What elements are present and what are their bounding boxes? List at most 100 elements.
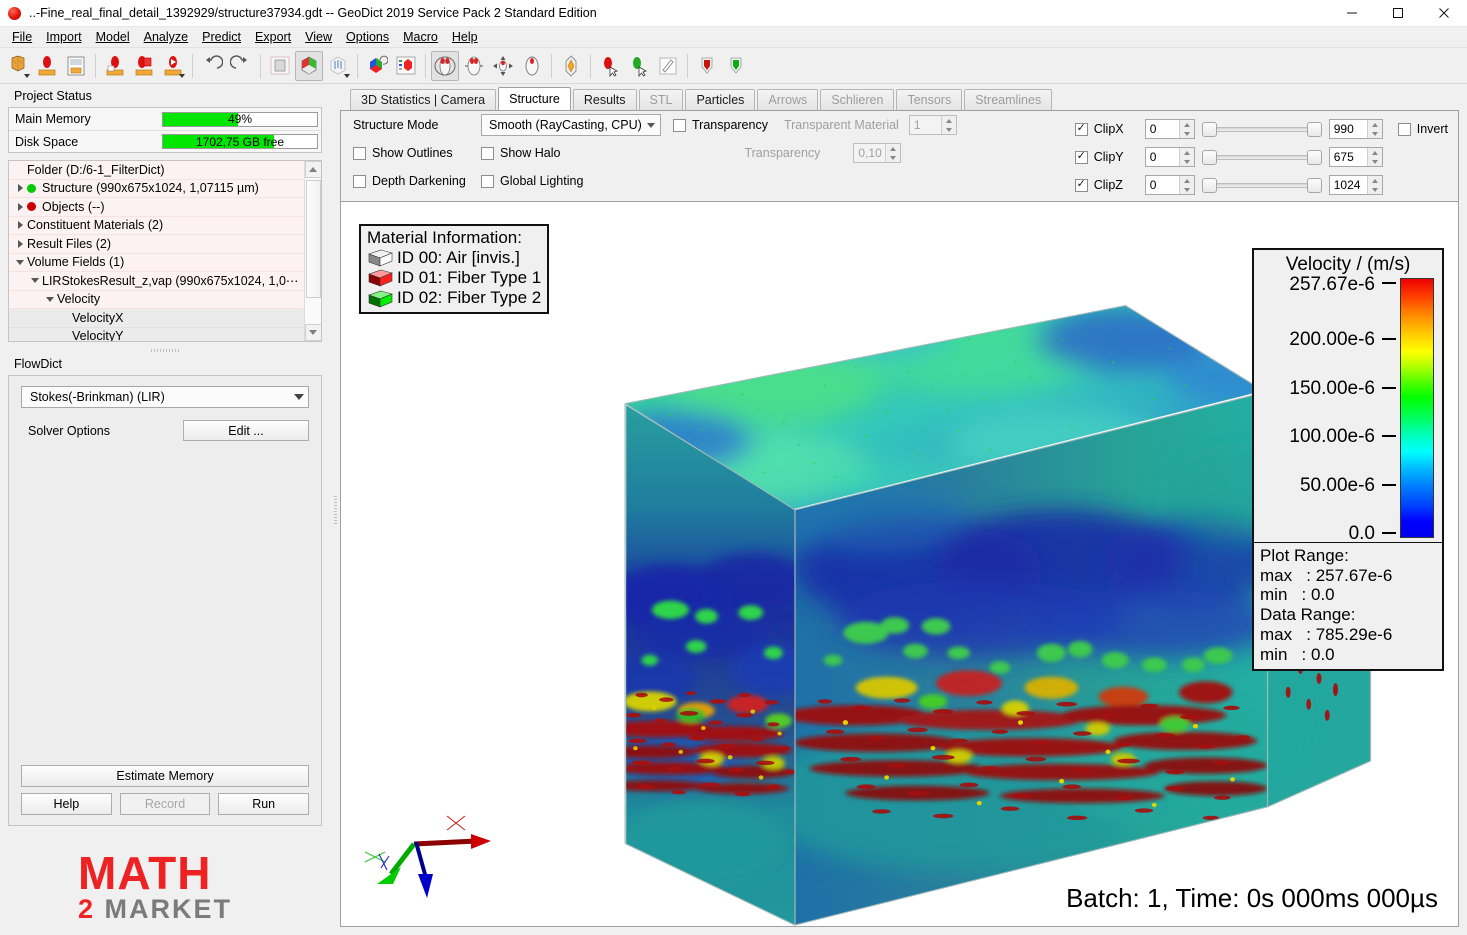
scroll-track[interactable] <box>304 178 321 324</box>
tree-item[interactable]: Result Files (2) <box>9 235 304 254</box>
clip-clipz-range-slider[interactable] <box>1201 177 1322 193</box>
maximize-button[interactable] <box>1375 0 1421 27</box>
tab-structure[interactable]: Structure <box>498 87 571 110</box>
color-map-icon[interactable] <box>363 51 391 81</box>
clip-clipx-checkbox[interactable]: ClipX <box>1074 122 1138 136</box>
render-viewport[interactable]: Material Information: ID 00: Air [invis.… <box>340 202 1459 927</box>
spin-down-button[interactable] <box>1367 129 1382 138</box>
clip-clipy-checkbox[interactable]: ClipY <box>1074 150 1138 164</box>
clip-clipy-min-spinner[interactable]: 0 <box>1144 147 1195 167</box>
expand-arrow-icon[interactable] <box>13 184 27 193</box>
spin-down-button[interactable] <box>1179 185 1194 194</box>
zoom-mode-icon[interactable] <box>518 51 546 81</box>
tree-item[interactable]: Structure (990x675x1024, 1,07115 µm) <box>9 179 304 198</box>
export-structure-icon[interactable] <box>159 51 187 81</box>
depth-darkening-checkbox[interactable]: Depth Darkening <box>353 174 481 188</box>
scroll-up-button[interactable] <box>304 161 321 178</box>
scroll-thumb[interactable] <box>305 180 321 298</box>
spin-buttons[interactable] <box>1366 148 1382 166</box>
structure-mode-select[interactable]: Smooth (RayCasting, CPU) <box>481 114 661 136</box>
tree-item[interactable]: LIRStokesResult_z,vap (990x675x1024, 1,0… <box>9 272 304 291</box>
clip-clipx-max-spinner[interactable]: 990 <box>1328 119 1383 139</box>
copy-structure-icon[interactable] <box>130 51 158 81</box>
tree-item[interactable]: VelocityX <box>9 309 304 328</box>
menu-import[interactable]: Import <box>39 28 88 46</box>
spin-down-button[interactable] <box>1179 157 1194 166</box>
slider-knob-max[interactable] <box>1306 149 1322 165</box>
show-outlines-checkbox[interactable]: Show Outlines <box>353 146 481 160</box>
clip-clipx-min-spinner[interactable]: 0 <box>1144 119 1195 139</box>
tree-item[interactable]: Volume Fields (1) <box>9 253 304 272</box>
help-button[interactable]: Help <box>21 792 112 815</box>
global-lighting-checkbox[interactable]: Global Lighting <box>481 174 583 188</box>
minimize-button[interactable] <box>1329 0 1375 27</box>
tree-item[interactable]: Folder (D:/6-1_FilterDict) <box>9 161 304 180</box>
solver-select[interactable]: Stokes(-Brinkman) (LIR) <box>21 386 309 408</box>
expand-arrow-icon[interactable] <box>13 202 27 211</box>
measure-green-icon[interactable] <box>722 51 750 81</box>
menu-macro[interactable]: Macro <box>396 28 445 46</box>
spin-buttons[interactable] <box>1178 176 1194 194</box>
spin-up-button[interactable] <box>1179 120 1194 129</box>
run-button[interactable]: Run <box>218 792 310 815</box>
open-structure-icon[interactable] <box>33 51 61 81</box>
menu-options[interactable]: Options <box>339 28 396 46</box>
slider-knob-min[interactable] <box>1201 177 1217 193</box>
slider-knob-min[interactable] <box>1201 149 1217 165</box>
spin-buttons[interactable] <box>1366 176 1382 194</box>
tab-3d-statistics-camera[interactable]: 3D Statistics | Camera <box>350 89 497 110</box>
estimate-memory-button[interactable]: Estimate Memory <box>21 764 309 787</box>
tree-item[interactable]: Constituent Materials (2) <box>9 216 304 235</box>
invert-checkbox[interactable]: Invert <box>1397 122 1448 136</box>
spin-up-button[interactable] <box>1367 176 1382 185</box>
collapse-arrow-icon[interactable] <box>28 278 42 284</box>
clip-clipy-max-spinner[interactable]: 675 <box>1328 147 1383 167</box>
tree-item[interactable]: Objects (--) <box>9 198 304 217</box>
annotate-icon[interactable] <box>654 51 682 81</box>
spin-buttons[interactable] <box>1366 120 1382 138</box>
clip-clipy-range-slider[interactable] <box>1201 149 1322 165</box>
slider-knob-max[interactable] <box>1306 177 1322 193</box>
pan-mode-icon[interactable] <box>460 51 488 81</box>
spin-up-button[interactable] <box>1367 148 1382 157</box>
spin-down-button[interactable] <box>1367 157 1382 166</box>
spin-buttons[interactable] <box>1178 120 1194 138</box>
tree-item[interactable]: VelocityY <box>9 327 304 341</box>
menu-file[interactable]: File <box>5 28 39 46</box>
vertical-splitter[interactable] <box>330 84 340 935</box>
spin-up-button[interactable] <box>1367 120 1382 129</box>
spin-down-button[interactable] <box>1179 129 1194 138</box>
redo-icon[interactable] <box>227 51 255 81</box>
spin-buttons[interactable] <box>1178 148 1194 166</box>
measure-red-icon[interactable] <box>693 51 721 81</box>
panel-resize-grip[interactable] <box>8 348 322 357</box>
slider-knob-min[interactable] <box>1201 121 1217 137</box>
volume-view-icon[interactable] <box>295 50 323 81</box>
clip-clipz-min-spinner[interactable]: 0 <box>1144 175 1195 195</box>
save-structure-icon[interactable] <box>62 51 90 81</box>
menu-predict[interactable]: Predict <box>195 28 248 46</box>
clip-clipz-checkbox[interactable]: ClipZ <box>1074 178 1138 192</box>
import-structure-icon[interactable] <box>101 51 129 81</box>
undo-icon[interactable] <box>198 51 226 81</box>
reset-view-icon[interactable] <box>557 51 585 81</box>
field-view-icon[interactable] <box>324 51 352 81</box>
project-tree-scrollbar[interactable] <box>304 161 321 341</box>
collapse-arrow-icon[interactable] <box>13 259 27 265</box>
material-palette-icon[interactable] <box>392 51 420 81</box>
show-halo-checkbox[interactable]: Show Halo <box>481 146 560 160</box>
rotate-mode-icon[interactable] <box>431 50 459 81</box>
expand-arrow-icon[interactable] <box>13 221 27 230</box>
transparency-checkbox[interactable]: Transparency <box>673 118 768 132</box>
menu-analyze[interactable]: Analyze <box>137 28 195 46</box>
pick-object-icon[interactable] <box>625 51 653 81</box>
spin-up-button[interactable] <box>1179 176 1194 185</box>
expand-arrow-icon[interactable] <box>13 239 27 248</box>
new-structure-icon[interactable] <box>4 51 32 81</box>
clip-clipz-max-spinner[interactable]: 1024 <box>1328 175 1383 195</box>
menu-model[interactable]: Model <box>89 28 137 46</box>
clip-clipx-range-slider[interactable] <box>1201 121 1322 137</box>
menu-export[interactable]: Export <box>248 28 298 46</box>
project-tree[interactable]: Folder (D:/6-1_FilterDict) Structure (990… <box>8 160 322 342</box>
slice-view-icon[interactable] <box>266 51 294 81</box>
